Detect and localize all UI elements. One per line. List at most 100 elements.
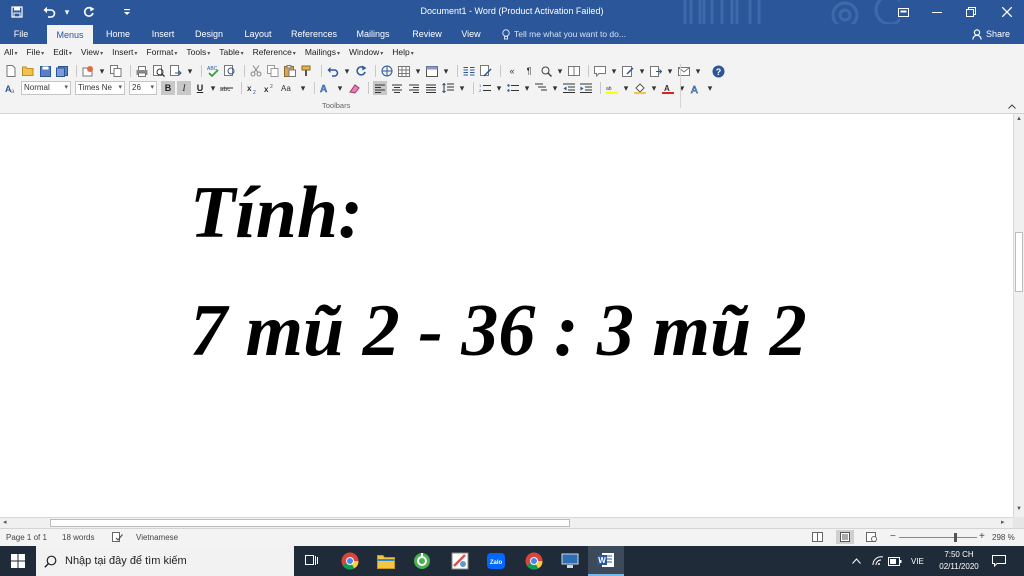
next-change-dropdown-icon[interactable]: ▾ <box>666 64 674 78</box>
menu-format[interactable]: Format <box>146 47 177 61</box>
save-all-icon[interactable] <box>55 64 69 78</box>
zoom-slider[interactable] <box>899 533 977 542</box>
menu-help[interactable]: Help <box>392 47 414 61</box>
network-icon[interactable] <box>872 546 884 576</box>
undo-toolbar-dropdown-icon[interactable]: ▾ <box>343 64 351 78</box>
align-center-icon[interactable] <box>390 81 404 95</box>
tab-references[interactable]: References <box>286 24 342 44</box>
word-taskbar-icon[interactable]: W <box>588 546 624 576</box>
notification-center-icon[interactable] <box>992 546 1006 576</box>
text-outline-dropdown-icon[interactable]: ▾ <box>706 81 714 95</box>
numbering-icon[interactable]: 12 <box>478 81 492 95</box>
proofing-icon[interactable] <box>112 532 123 544</box>
menu-file[interactable]: File <box>26 47 44 61</box>
print-preview-icon[interactable] <box>152 64 166 78</box>
clear-formatting-icon[interactable] <box>347 81 361 95</box>
track-changes-dropdown-icon[interactable]: ▾ <box>638 64 646 78</box>
justify-icon[interactable] <box>424 81 438 95</box>
scroll-up-icon[interactable]: ▲ <box>1014 116 1024 122</box>
insert-table-icon[interactable] <box>425 64 439 78</box>
tables-borders-icon[interactable] <box>397 64 411 78</box>
menu-all[interactable]: All <box>4 47 17 61</box>
comment-icon[interactable] <box>593 64 607 78</box>
permission-dropdown-icon[interactable]: ▾ <box>98 64 106 78</box>
scroll-left-icon[interactable]: ◂ <box>3 518 7 526</box>
print-layout-view-icon[interactable] <box>836 530 854 544</box>
read-mode-icon[interactable] <box>567 64 581 78</box>
tab-home[interactable]: Home <box>100 24 136 44</box>
superscript-icon[interactable]: x2 <box>263 81 277 95</box>
page-count[interactable]: Page 1 of 1 <box>6 533 47 542</box>
tab-file[interactable]: File <box>4 24 38 44</box>
paint-icon[interactable] <box>442 546 478 576</box>
horizontal-scrollbar[interactable]: ◂ ▸ <box>0 517 1013 528</box>
restore-button[interactable] <box>954 0 988 24</box>
align-left-icon[interactable] <box>373 81 387 95</box>
zoom-out-button[interactable]: − <box>890 531 896 542</box>
minimize-button[interactable] <box>920 0 954 24</box>
shading-dropdown-icon[interactable]: ▾ <box>650 81 658 95</box>
next-change-icon[interactable] <box>649 64 663 78</box>
track-changes-icon[interactable] <box>621 64 635 78</box>
line-spacing-dropdown-icon[interactable]: ▾ <box>458 81 466 95</box>
italic-button[interactable]: I <box>177 81 191 95</box>
paste-icon[interactable] <box>283 64 297 78</box>
undo-toolbar-icon[interactable] <box>326 64 340 78</box>
help-icon[interactable]: ? <box>711 64 725 78</box>
tab-mailings[interactable]: Mailings <box>350 24 396 44</box>
tab-design[interactable]: Design <box>190 24 228 44</box>
font-color-icon[interactable]: A <box>661 81 675 95</box>
scroll-right-icon[interactable]: ▸ <box>1001 518 1005 526</box>
file-explorer-icon[interactable] <box>368 546 404 576</box>
document-map-icon[interactable]: « <box>505 64 519 78</box>
taskbar-search-box[interactable]: Nhập tại đây để tìm kiếm <box>36 546 294 576</box>
save-toolbar-icon[interactable] <box>38 64 52 78</box>
document-line-expression[interactable]: 7 mũ 2 - 36 : 3 mũ 2 <box>190 294 807 368</box>
align-right-icon[interactable] <box>407 81 421 95</box>
battery-icon[interactable] <box>888 546 902 576</box>
print-icon[interactable] <box>135 64 149 78</box>
send-dropdown-icon[interactable]: ▾ <box>186 64 194 78</box>
format-painter-icon[interactable] <box>300 64 314 78</box>
zoom-dropdown-icon[interactable]: ▾ <box>556 64 564 78</box>
permission-icon[interactable] <box>81 64 95 78</box>
font-size-combobox[interactable]: 26 <box>129 81 157 95</box>
bold-button[interactable]: B <box>161 81 175 95</box>
highlight-icon[interactable]: ab <box>605 81 619 95</box>
tab-menus[interactable]: Menus <box>47 25 93 44</box>
close-button[interactable] <box>990 0 1024 24</box>
taskbar-clock[interactable]: 7:50 CH 02/11/2020 <box>928 549 990 573</box>
redo-toolbar-icon[interactable] <box>354 64 368 78</box>
comment-dropdown-icon[interactable]: ▾ <box>610 64 618 78</box>
copy-format-icon[interactable] <box>109 64 123 78</box>
zoom-icon[interactable] <box>539 64 553 78</box>
multilevel-list-icon[interactable] <box>534 81 548 95</box>
scroll-down-icon[interactable]: ▼ <box>1014 506 1024 512</box>
tell-me-box[interactable]: Tell me what you want to do... <box>502 24 626 44</box>
vertical-scroll-thumb[interactable] <box>1015 232 1023 292</box>
document-line-heading[interactable]: Tính: <box>190 176 363 250</box>
spelling-icon[interactable]: ABC <box>206 64 220 78</box>
open-folder-icon[interactable] <box>21 64 35 78</box>
email-dropdown-icon[interactable]: ▾ <box>694 64 702 78</box>
menu-insert[interactable]: Insert <box>112 47 137 61</box>
highlight-dropdown-icon[interactable]: ▾ <box>622 81 630 95</box>
read-mode-view-icon[interactable] <box>812 532 823 544</box>
horizontal-scroll-thumb[interactable] <box>50 519 570 527</box>
strikethrough-icon[interactable]: abc <box>220 81 234 95</box>
research-icon[interactable] <box>223 64 237 78</box>
share-button[interactable]: Share <box>972 24 1010 44</box>
tables-borders-dropdown-icon[interactable]: ▾ <box>414 64 422 78</box>
underline-button[interactable]: U <box>193 81 207 95</box>
word-count[interactable]: 18 words <box>62 533 94 542</box>
zalo-icon[interactable]: Zalo <box>478 546 514 576</box>
insert-table-dropdown-icon[interactable]: ▾ <box>442 64 450 78</box>
change-case-dropdown-icon[interactable]: ▾ <box>299 81 307 95</box>
zoom-in-button[interactable]: + <box>979 531 985 542</box>
subscript-icon[interactable]: x2 <box>246 81 260 95</box>
bullets-icon[interactable] <box>506 81 520 95</box>
send-icon[interactable] <box>169 64 183 78</box>
menu-window[interactable]: Window <box>349 47 383 61</box>
chrome-profile-icon[interactable] <box>516 546 552 576</box>
collapse-ribbon-icon[interactable] <box>1008 102 1016 111</box>
